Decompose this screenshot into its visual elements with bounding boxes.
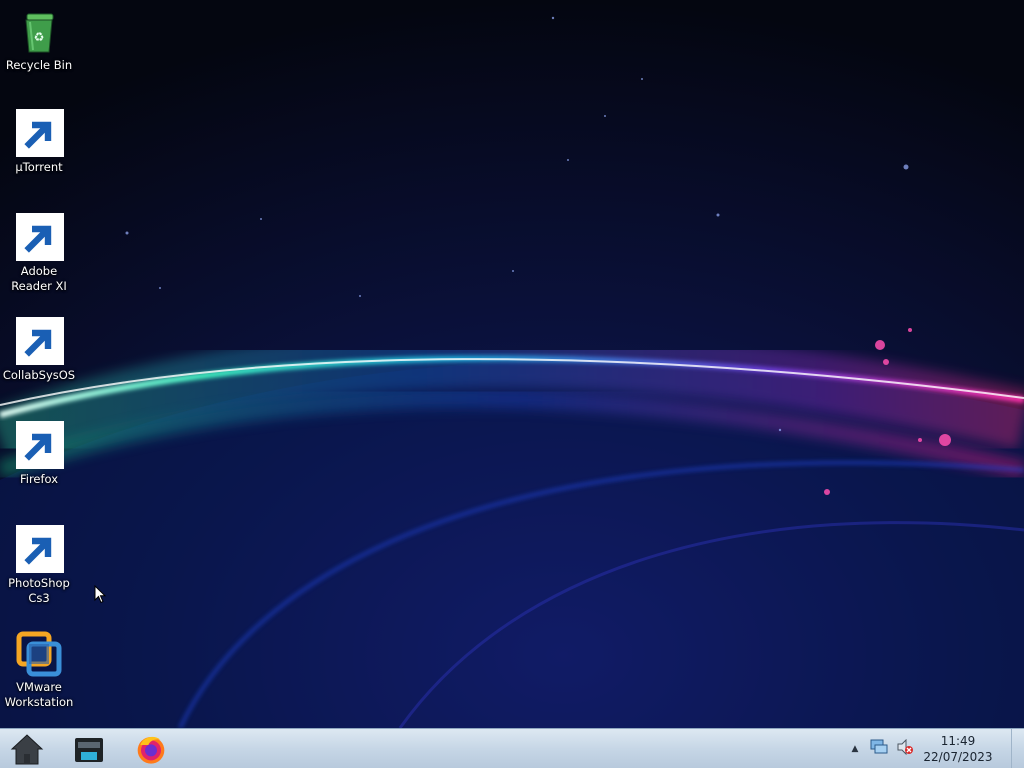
folder-icon [15,317,64,366]
icon-label: Adobe Reader XI [11,264,67,293]
desktop-icon-utorrent[interactable]: µ µTorrent [0,109,78,175]
clock-time: 11:49 [940,734,976,748]
desktop-icon-collabsysos[interactable]: CollabSysOS [0,317,78,383]
desktop-icon-vmware[interactable]: VMware Workstation [0,630,78,710]
taskbar-file-manager-button[interactable] [67,731,111,767]
clock-date: 22/07/2023 [923,750,993,764]
icon-label: CollabSysOS [2,368,76,382]
shortcut-arrow-icon [16,421,64,469]
icon-label: Recycle Bin [5,58,73,72]
shortcut-arrow-icon [16,317,64,365]
photoshop-icon: Ps [15,525,64,574]
network-icon[interactable] [870,739,888,759]
adobe-reader-icon [15,213,64,262]
home-icon [10,734,44,765]
firefox-icon [137,736,165,764]
show-desktop-button[interactable] [1011,729,1024,768]
mouse-cursor-icon [94,584,107,608]
firefox-icon [15,421,64,470]
utorrent-icon: µ [15,109,64,158]
clock[interactable]: 11:49 22/07/2023 [918,733,998,765]
desktop-icon-adobe-reader[interactable]: Adobe Reader XI [0,213,78,294]
desktop-wallpaper [0,0,1024,728]
recycle-bin-icon: ♻ [15,8,63,56]
shortcut-arrow-icon [16,213,64,261]
taskbar-firefox-button[interactable] [129,731,173,767]
desktop-icon-photoshop[interactable]: Ps PhotoShop Cs3 [0,525,78,606]
icon-label: PhotoShop Cs3 [8,576,70,605]
icon-label: VMware Workstation [4,680,74,709]
icon-label: µTorrent [15,160,63,174]
show-hidden-icons-arrow[interactable]: ▲ [848,744,862,754]
file-manager-icon [75,738,103,762]
desktop-icon-firefox[interactable]: Firefox [0,421,78,487]
shortcut-arrow-icon [16,525,64,573]
system-tray: ▲ [848,729,914,768]
desktop-icon-recycle-bin[interactable]: ♻ Recycle Bin [0,8,78,73]
svg-text:♻: ♻ [34,30,45,44]
volume-muted-icon[interactable] [896,738,914,759]
start-home-button[interactable] [5,731,49,767]
vmware-icon [15,630,63,678]
taskbar: ▲ 11:49 22/07/2023 [0,728,1024,768]
icon-label: Firefox [19,472,59,486]
shortcut-arrow-icon [16,109,64,157]
